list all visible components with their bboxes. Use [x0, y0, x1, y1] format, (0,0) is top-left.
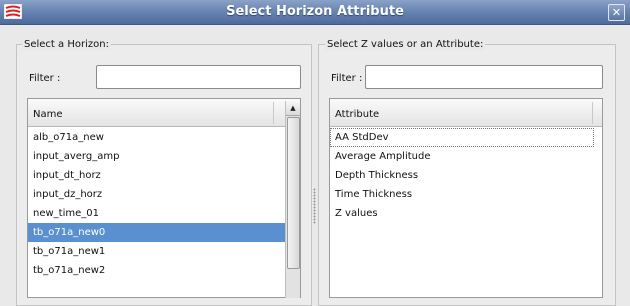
attribute-filter-label: Filter : — [331, 73, 363, 84]
attribute-list-item[interactable]: Depth Thickness — [330, 166, 602, 185]
splitter-handle[interactable] — [313, 188, 316, 224]
horizon-list-item[interactable]: tb_o71a_new0 — [28, 223, 300, 242]
horizon-list-item[interactable]: alb_o71a_new — [28, 128, 300, 147]
horizon-rows: alb_o71a_new input_averg_amp input_dt_horz… — [28, 127, 300, 280]
close-icon[interactable]: ✕ — [608, 4, 625, 21]
horizon-list-scrollbar[interactable]: ▲ — [285, 101, 300, 298]
attribute-list-item[interactable]: AA StdDev — [330, 128, 594, 147]
attribute-list[interactable]: Attribute AA StdDev Average Amplitude Dept… — [329, 98, 603, 298]
horizon-list-item[interactable]: input_dz_horz — [28, 185, 300, 204]
attribute-list-header[interactable]: Attribute — [330, 99, 602, 127]
attribute-group-label: Select Z values or an Attribute: — [325, 39, 486, 50]
horizon-group-label: Select a Horizon: — [22, 39, 111, 50]
window-title: Select Horizon Attribute — [226, 4, 404, 19]
attribute-list-item[interactable]: Average Amplitude — [330, 147, 602, 166]
attribute-filter-input[interactable] — [365, 65, 603, 89]
horizon-list-header[interactable]: Name — [28, 99, 300, 127]
horizon-list-item[interactable]: new_time_01 — [28, 204, 300, 223]
scroll-thumb[interactable] — [287, 117, 300, 269]
horizon-list-item[interactable]: tb_o71a_new1 — [28, 242, 300, 261]
attribute-rows: AA StdDev Average Amplitude Depth Thicknes… — [330, 127, 602, 223]
horizon-list-item[interactable]: tb_o71a_new2 — [28, 261, 300, 280]
horizon-list-item[interactable]: input_dt_horz — [28, 166, 300, 185]
scroll-up-arrow-icon[interactable]: ▲ — [286, 101, 300, 116]
title-bar[interactable]: Select Horizon Attribute ✕ — [0, 0, 630, 25]
horizon-filter-input[interactable] — [96, 65, 301, 89]
horizon-list[interactable]: Name alb_o71a_new input_averg_amp input_dt… — [27, 98, 301, 298]
horizon-filter-label: Filter : — [29, 73, 61, 84]
name-column-header: Name — [33, 109, 63, 120]
attribute-list-item[interactable]: Time Thickness — [330, 185, 602, 204]
horizon-list-item[interactable]: input_averg_amp — [28, 147, 300, 166]
attribute-column-header: Attribute — [335, 109, 380, 120]
attribute-list-item[interactable]: Z values — [330, 204, 602, 223]
